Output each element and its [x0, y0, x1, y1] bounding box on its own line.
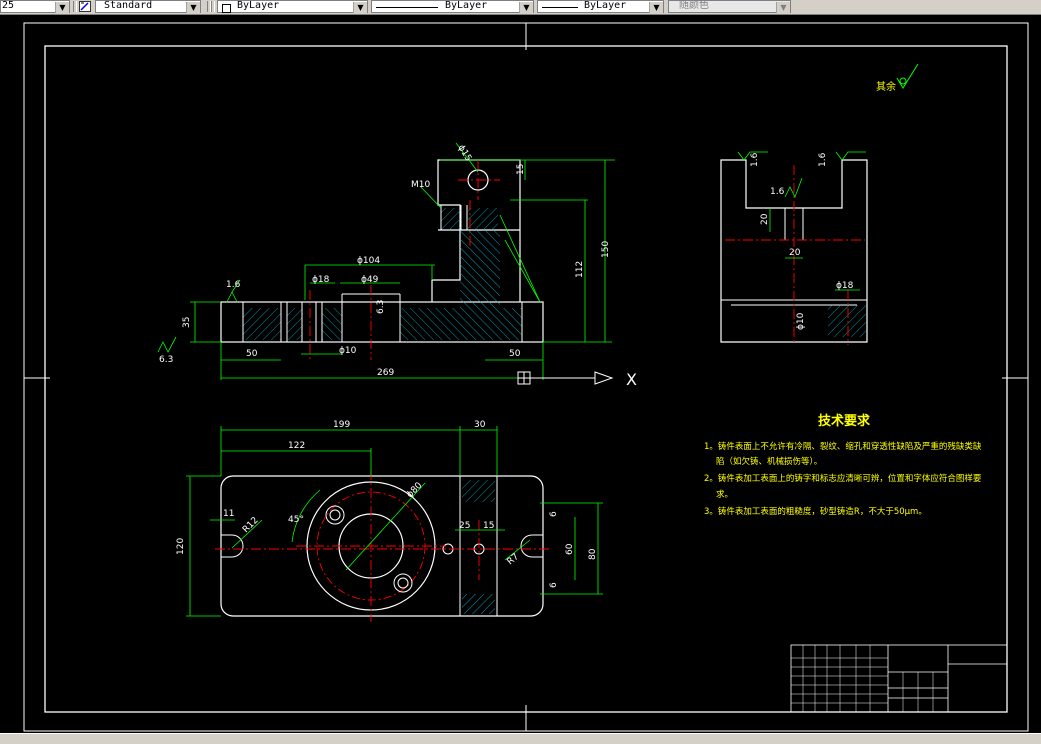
technical-requirements: 技术要求 1。铸件表面上不允许有冷隔、裂纹、缩孔和穿透性缺陷及严重的残缺类缺 陷… — [704, 413, 982, 517]
plot-style-value: 随颜色 — [679, 0, 709, 11]
text-style-icon[interactable] — [79, 1, 91, 12]
side-dim-phi10: ϕ10 — [796, 312, 806, 330]
top-dim-120: 120 — [176, 538, 186, 555]
tech-req-line: 求。 — [716, 489, 733, 500]
sheet-outer-border — [23, 22, 1029, 732]
color-value: ByLayer — [237, 0, 280, 11]
centering-marks — [24, 23, 1028, 731]
dim-phi18: ϕ18 — [312, 275, 330, 285]
top-dim-6b: 6 — [549, 582, 559, 588]
side-dim-20-h: 20 — [789, 248, 801, 258]
dim-269: 269 — [377, 368, 394, 378]
top-dim-r12: R12 — [241, 516, 261, 536]
top-dim-6a: 6 — [549, 511, 559, 517]
roughness-symbol-other: 其余 — [876, 63, 919, 93]
dim-150: 150 — [601, 241, 611, 258]
dim-1-6: 1.6 — [226, 280, 241, 290]
scale-value: 25 — [2, 0, 15, 11]
dim-phi104: ϕ104 — [357, 256, 380, 266]
linetype-combo[interactable]: ByLayer ▼ — [371, 0, 534, 13]
roughness-other-label: 其余 — [876, 80, 896, 93]
dim-112: 112 — [575, 261, 585, 278]
dim-m10: M10 — [411, 180, 430, 190]
dim-15: 15 — [516, 164, 526, 175]
ucs-x-label: X — [626, 370, 637, 389]
ucs-icon — [517, 371, 614, 385]
chevron-down-icon[interactable]: ▼ — [55, 2, 69, 13]
toolbar-separator — [73, 1, 77, 12]
front-view: ϕ15 M10 15 150 112 ϕ104 ϕ18 ϕ49 35 6.3 6… — [157, 142, 637, 389]
color-swatch-icon — [222, 4, 231, 13]
side-dim-20-v: 20 — [760, 213, 770, 225]
top-dim-phi80: ϕ80 — [405, 481, 425, 501]
tech-req-line: 陷（如欠铸、机械损伤等）。 — [716, 456, 822, 467]
top-dim-15: 15 — [483, 521, 494, 531]
dim-50-right: 50 — [509, 349, 521, 359]
dim-phi10: ϕ10 — [339, 346, 357, 356]
lineweight-sample — [542, 7, 578, 8]
text-style-value: Standard — [104, 0, 153, 11]
color-combo[interactable]: ByLayer ▼ — [217, 0, 368, 13]
status-bar — [0, 733, 1041, 744]
chevron-down-icon[interactable]: ▼ — [186, 2, 200, 13]
drawing-canvas[interactable]: 其余 ϕ15 M10 15 150 112 ϕ104 ϕ18 ϕ49 35 6.… — [0, 14, 1041, 733]
scale-combo[interactable]: 25 ▼ — [0, 0, 70, 13]
side-dim-1-6-a: 1.6 — [750, 152, 760, 167]
toolbar-separator — [211, 1, 215, 12]
linetype-sample — [376, 7, 438, 8]
top-view: 199 30 122 120 11 R12 45° ϕ80 25 15 R7 6… — [176, 420, 603, 622]
dim-phi49: ϕ49 — [361, 275, 379, 285]
chevron-down-icon[interactable]: ▼ — [649, 2, 663, 13]
top-dim-199: 199 — [333, 420, 350, 430]
lineweight-combo[interactable]: ByLayer ▼ — [537, 0, 664, 13]
top-dim-25: 25 — [459, 521, 470, 531]
dim-35: 35 — [182, 317, 192, 328]
properties-toolbar: 25 ▼ Standard ▼ ByLayer ▼ ByLayer ▼ ByLa… — [0, 0, 1041, 15]
dim-6-3-b: 6.3 — [376, 300, 386, 314]
text-style-combo[interactable]: Standard ▼ — [95, 0, 201, 13]
tech-req-title: 技术要求 — [818, 413, 871, 429]
dim-6-3-a: 6.3 — [159, 355, 173, 365]
tech-req-line: 2。铸件表加工表面上的铸字和标志应清晰可辨，位置和字体应符合图样要 — [704, 473, 982, 484]
top-dim-80: 80 — [588, 548, 598, 560]
top-dim-30: 30 — [474, 420, 486, 430]
plot-style-combo[interactable]: 随颜色 ▼ — [668, 0, 791, 13]
dim-50-left: 50 — [246, 349, 258, 359]
side-dim-phi18: ϕ18 — [836, 281, 854, 291]
tech-req-line: 3。铸件表加工表面的粗糙度，砂型铸造R，不大于50μm。 — [704, 506, 927, 517]
chevron-down-icon[interactable]: ▼ — [776, 2, 790, 13]
chevron-down-icon[interactable]: ▼ — [353, 2, 367, 13]
tech-req-line: 1。铸件表面上不允许有冷隔、裂纹、缩孔和穿透性缺陷及严重的残缺类缺 — [704, 441, 982, 452]
top-dim-11: 11 — [223, 509, 234, 519]
side-view: 1.6 1.6 1.6 20 20 ϕ18 ϕ10 — [720, 151, 868, 345]
top-dim-45: 45° — [288, 515, 304, 525]
top-dim-122: 122 — [288, 441, 305, 451]
linetype-value: ByLayer — [445, 0, 488, 11]
top-dim-r7: R7 — [506, 552, 522, 567]
side-dim-1-6-c: 1.6 — [770, 187, 785, 197]
lineweight-value: ByLayer — [584, 0, 627, 11]
chevron-down-icon[interactable]: ▼ — [519, 2, 533, 13]
side-dim-1-6-b: 1.6 — [818, 152, 828, 167]
drawing-frame — [44, 45, 1008, 713]
title-block — [790, 644, 1008, 713]
top-dim-60: 60 — [565, 543, 575, 555]
